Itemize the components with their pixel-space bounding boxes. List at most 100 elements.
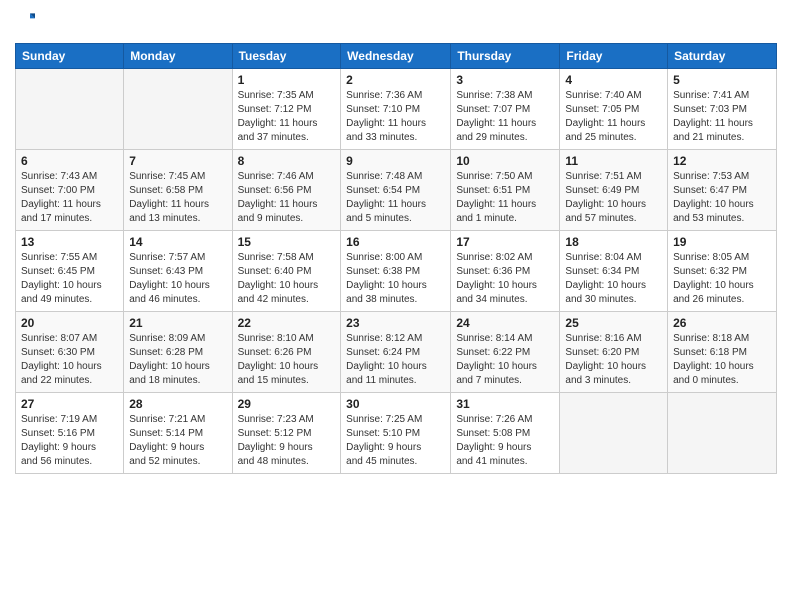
day-info: Sunrise: 7:55 AM Sunset: 6:45 PM Dayligh…: [21, 251, 118, 307]
day-info: Sunrise: 7:35 AM Sunset: 7:12 PM Dayligh…: [238, 89, 336, 145]
day-number: 11: [565, 154, 662, 168]
day-number: 21: [129, 316, 226, 330]
day-info: Sunrise: 8:09 AM Sunset: 6:28 PM Dayligh…: [129, 332, 226, 388]
day-number: 12: [673, 154, 771, 168]
day-info: Sunrise: 8:10 AM Sunset: 6:26 PM Dayligh…: [238, 332, 336, 388]
day-cell: 6 Sunrise: 7:43 AM Sunset: 7:00 PM Daylig…: [16, 150, 124, 231]
day-cell: 19 Sunrise: 8:05 AM Sunset: 6:32 PM Dayli…: [668, 231, 777, 312]
day-number: 22: [238, 316, 336, 330]
day-number: 19: [673, 235, 771, 249]
col-thursday: Thursday: [451, 44, 560, 69]
day-cell: 22 Sunrise: 8:10 AM Sunset: 6:26 PM Dayli…: [232, 312, 341, 393]
week-row-1: 6 Sunrise: 7:43 AM Sunset: 7:00 PM Daylig…: [16, 150, 777, 231]
day-cell: [124, 69, 232, 150]
day-cell: 30 Sunrise: 7:25 AM Sunset: 5:10 PM Dayli…: [341, 393, 451, 474]
day-info: Sunrise: 8:02 AM Sunset: 6:36 PM Dayligh…: [456, 251, 554, 307]
col-saturday: Saturday: [668, 44, 777, 69]
header: [15, 10, 777, 35]
day-number: 9: [346, 154, 445, 168]
day-info: Sunrise: 7:38 AM Sunset: 7:07 PM Dayligh…: [456, 89, 554, 145]
day-info: Sunrise: 7:50 AM Sunset: 6:51 PM Dayligh…: [456, 170, 554, 226]
day-info: Sunrise: 7:57 AM Sunset: 6:43 PM Dayligh…: [129, 251, 226, 307]
day-info: Sunrise: 7:48 AM Sunset: 6:54 PM Dayligh…: [346, 170, 445, 226]
day-number: 26: [673, 316, 771, 330]
day-number: 29: [238, 397, 336, 411]
day-number: 30: [346, 397, 445, 411]
day-number: 28: [129, 397, 226, 411]
col-monday: Monday: [124, 44, 232, 69]
day-number: 1: [238, 73, 336, 87]
day-cell: 12 Sunrise: 7:53 AM Sunset: 6:47 PM Dayli…: [668, 150, 777, 231]
day-cell: 7 Sunrise: 7:45 AM Sunset: 6:58 PM Daylig…: [124, 150, 232, 231]
day-cell: 29 Sunrise: 7:23 AM Sunset: 5:12 PM Dayli…: [232, 393, 341, 474]
day-info: Sunrise: 8:14 AM Sunset: 6:22 PM Dayligh…: [456, 332, 554, 388]
day-cell: 13 Sunrise: 7:55 AM Sunset: 6:45 PM Dayli…: [16, 231, 124, 312]
day-number: 17: [456, 235, 554, 249]
day-cell: 11Sunrise: 7:51 AM Sunset: 6:49 PM Dayli…: [560, 150, 668, 231]
header-row: Sunday Monday Tuesday Wednesday Thursday…: [16, 44, 777, 69]
day-number: 13: [21, 235, 118, 249]
day-info: Sunrise: 8:12 AM Sunset: 6:24 PM Dayligh…: [346, 332, 445, 388]
day-cell: 24Sunrise: 8:14 AM Sunset: 6:22 PM Dayli…: [451, 312, 560, 393]
day-number: 16: [346, 235, 445, 249]
day-cell: 10Sunrise: 7:50 AM Sunset: 6:51 PM Dayli…: [451, 150, 560, 231]
day-cell: 17 Sunrise: 8:02 AM Sunset: 6:36 PM Dayli…: [451, 231, 560, 312]
day-cell: [668, 393, 777, 474]
day-cell: 25Sunrise: 8:16 AM Sunset: 6:20 PM Dayli…: [560, 312, 668, 393]
day-cell: 18 Sunrise: 8:04 AM Sunset: 6:34 PM Dayli…: [560, 231, 668, 312]
day-info: Sunrise: 7:58 AM Sunset: 6:40 PM Dayligh…: [238, 251, 336, 307]
col-sunday: Sunday: [16, 44, 124, 69]
day-info: Sunrise: 7:41 AM Sunset: 7:03 PM Dayligh…: [673, 89, 771, 145]
day-info: Sunrise: 7:53 AM Sunset: 6:47 PM Dayligh…: [673, 170, 771, 226]
day-cell: 8Sunrise: 7:46 AM Sunset: 6:56 PM Daylig…: [232, 150, 341, 231]
day-number: 25: [565, 316, 662, 330]
day-cell: 9 Sunrise: 7:48 AM Sunset: 6:54 PM Daylig…: [341, 150, 451, 231]
day-info: Sunrise: 7:43 AM Sunset: 7:00 PM Dayligh…: [21, 170, 118, 226]
day-number: 15: [238, 235, 336, 249]
day-cell: 31Sunrise: 7:26 AM Sunset: 5:08 PM Dayli…: [451, 393, 560, 474]
day-cell: 14 Sunrise: 7:57 AM Sunset: 6:43 PM Dayli…: [124, 231, 232, 312]
calendar-header: Sunday Monday Tuesday Wednesday Thursday…: [16, 44, 777, 69]
day-cell: 27Sunrise: 7:19 AM Sunset: 5:16 PM Dayli…: [16, 393, 124, 474]
day-info: Sunrise: 7:40 AM Sunset: 7:05 PM Dayligh…: [565, 89, 662, 145]
day-cell: 4 Sunrise: 7:40 AM Sunset: 7:05 PM Daylig…: [560, 69, 668, 150]
day-number: 3: [456, 73, 554, 87]
day-number: 14: [129, 235, 226, 249]
day-info: Sunrise: 7:23 AM Sunset: 5:12 PM Dayligh…: [238, 413, 336, 469]
calendar-page: Sunday Monday Tuesday Wednesday Thursday…: [0, 0, 792, 612]
day-cell: 16 Sunrise: 8:00 AM Sunset: 6:38 PM Dayli…: [341, 231, 451, 312]
day-number: 7: [129, 154, 226, 168]
logo-icon: [15, 10, 35, 30]
day-number: 31: [456, 397, 554, 411]
day-info: Sunrise: 8:05 AM Sunset: 6:32 PM Dayligh…: [673, 251, 771, 307]
day-number: 6: [21, 154, 118, 168]
day-info: Sunrise: 7:36 AM Sunset: 7:10 PM Dayligh…: [346, 89, 445, 145]
day-info: Sunrise: 8:04 AM Sunset: 6:34 PM Dayligh…: [565, 251, 662, 307]
week-row-4: 27Sunrise: 7:19 AM Sunset: 5:16 PM Dayli…: [16, 393, 777, 474]
day-info: Sunrise: 7:45 AM Sunset: 6:58 PM Dayligh…: [129, 170, 226, 226]
col-tuesday: Tuesday: [232, 44, 341, 69]
day-number: 20: [21, 316, 118, 330]
day-cell: 2Sunrise: 7:36 AM Sunset: 7:10 PM Daylig…: [341, 69, 451, 150]
day-cell: 1 Sunrise: 7:35 AM Sunset: 7:12 PM Daylig…: [232, 69, 341, 150]
day-info: Sunrise: 8:18 AM Sunset: 6:18 PM Dayligh…: [673, 332, 771, 388]
week-row-0: 1 Sunrise: 7:35 AM Sunset: 7:12 PM Daylig…: [16, 69, 777, 150]
day-info: Sunrise: 7:25 AM Sunset: 5:10 PM Dayligh…: [346, 413, 445, 469]
day-number: 27: [21, 397, 118, 411]
day-info: Sunrise: 8:00 AM Sunset: 6:38 PM Dayligh…: [346, 251, 445, 307]
day-info: Sunrise: 8:07 AM Sunset: 6:30 PM Dayligh…: [21, 332, 118, 388]
day-cell: 20 Sunrise: 8:07 AM Sunset: 6:30 PM Dayli…: [16, 312, 124, 393]
day-cell: 28Sunrise: 7:21 AM Sunset: 5:14 PM Dayli…: [124, 393, 232, 474]
day-cell: 21 Sunrise: 8:09 AM Sunset: 6:28 PM Dayli…: [124, 312, 232, 393]
day-cell: 15 Sunrise: 7:58 AM Sunset: 6:40 PM Dayli…: [232, 231, 341, 312]
day-number: 5: [673, 73, 771, 87]
col-wednesday: Wednesday: [341, 44, 451, 69]
day-number: 4: [565, 73, 662, 87]
week-row-3: 20 Sunrise: 8:07 AM Sunset: 6:30 PM Dayli…: [16, 312, 777, 393]
logo: [15, 10, 37, 35]
day-cell: 26 Sunrise: 8:18 AM Sunset: 6:18 PM Dayli…: [668, 312, 777, 393]
calendar-body: 1 Sunrise: 7:35 AM Sunset: 7:12 PM Daylig…: [16, 69, 777, 474]
day-number: 8: [238, 154, 336, 168]
day-number: 23: [346, 316, 445, 330]
day-number: 18: [565, 235, 662, 249]
